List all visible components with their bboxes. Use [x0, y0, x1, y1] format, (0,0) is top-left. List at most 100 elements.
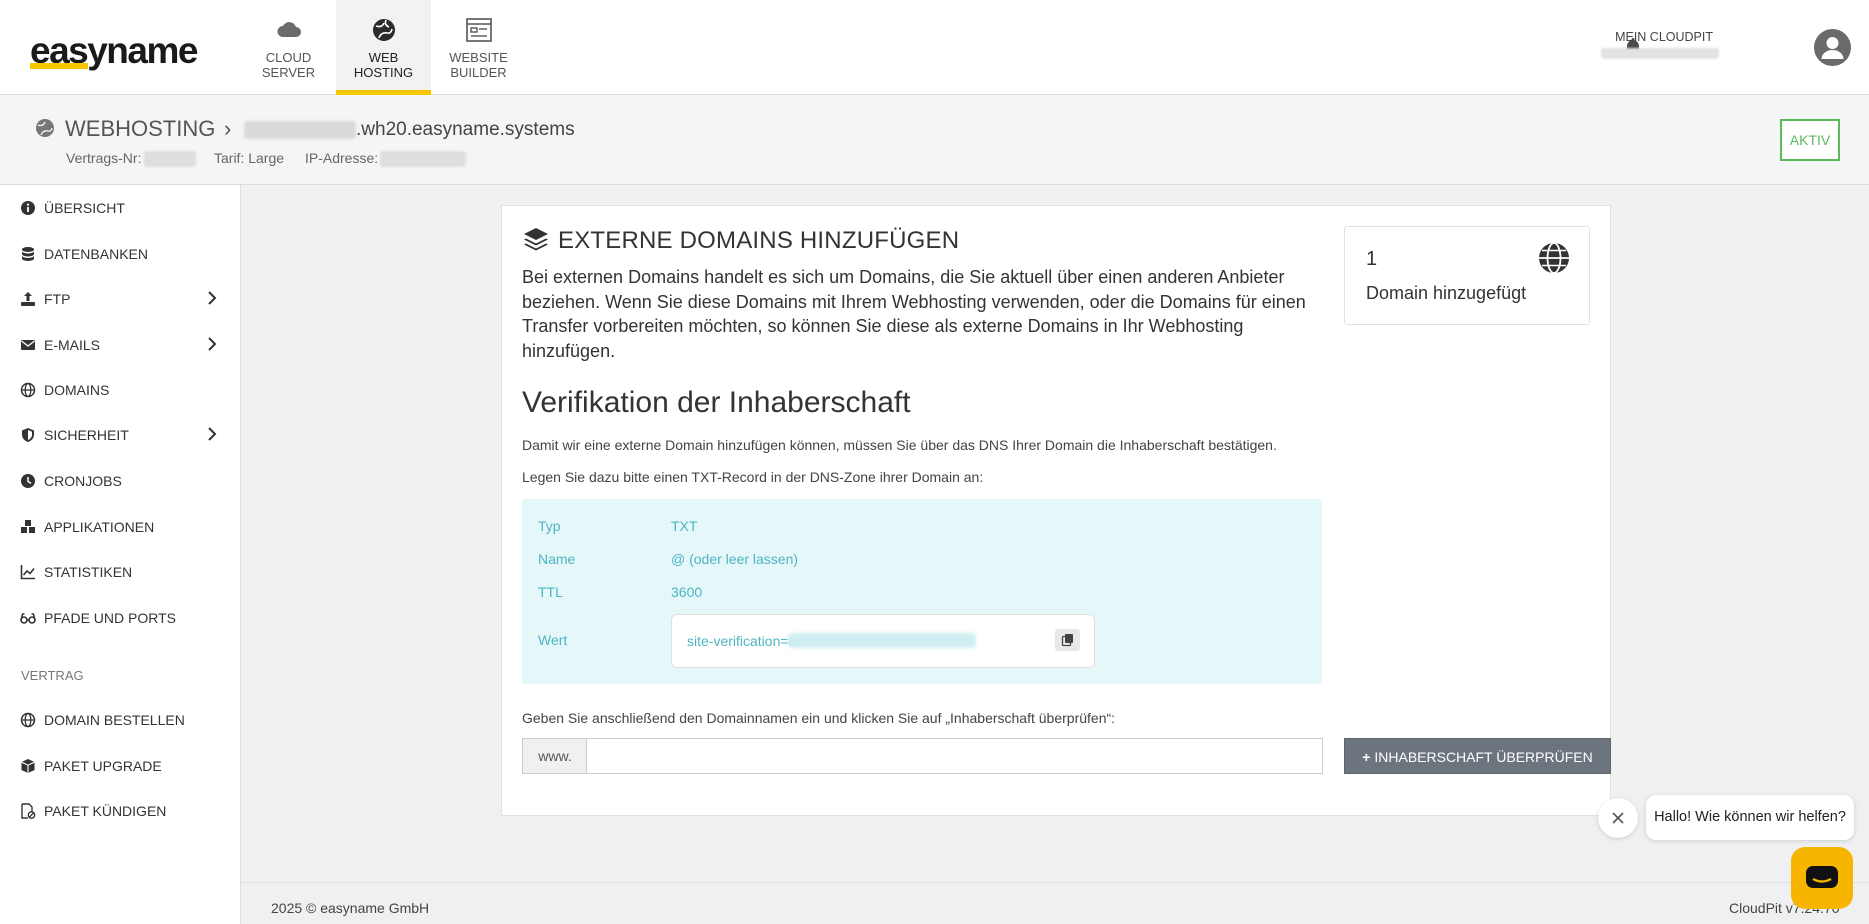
- sidebar-item-label: APPLIKATIONEN: [44, 519, 155, 535]
- chevron-right-icon: [208, 337, 217, 351]
- globe-icon: [20, 382, 36, 398]
- file-cancel-icon: [21, 803, 36, 819]
- globe-icon: [1539, 242, 1569, 274]
- sidebar-item-label: DOMAINS: [44, 382, 110, 398]
- footer: [241, 882, 1869, 924]
- chat-icon: [1806, 866, 1838, 888]
- box-icon: [21, 759, 35, 773]
- sidebar-item-domains[interactable]: DOMAINS: [20, 378, 235, 402]
- sidebar-item-statistiken[interactable]: STATISTIKEN: [20, 560, 235, 584]
- clock-icon: [21, 474, 35, 488]
- account-email-blurred: [1601, 48, 1719, 59]
- chart-line-icon: [20, 565, 35, 580]
- contract-number-blurred: [144, 151, 196, 167]
- sidebar-item-label: STATISTIKEN: [44, 564, 133, 580]
- sidebar-item-domain-bestellen[interactable]: DOMAIN BESTELLEN: [20, 708, 235, 732]
- cloud-icon: [277, 22, 301, 37]
- hosting-hostname: .wh20.easyname.systems: [356, 119, 575, 140]
- sidebar-item-label: PFADE UND PORTS: [44, 610, 176, 626]
- ip-address-label: IP-Adresse:: [305, 150, 379, 166]
- nav-tab-label: WEBSITE: [449, 50, 508, 65]
- envelope-icon: [21, 340, 35, 350]
- nav-tab-label: BUILDER: [450, 65, 507, 80]
- added-domains-label: Domain hinzugefügt: [1366, 283, 1527, 303]
- globe-icon: [20, 712, 36, 728]
- sidebar-item-uebersicht[interactable]: ÜBERSICHT: [20, 196, 235, 220]
- sidebar-item-label: ÜBERSICHT: [44, 200, 125, 216]
- contract-number-label: Vertrags-Nr:: [66, 150, 142, 166]
- sidebar-item-e-mails[interactable]: E-MAILS: [20, 333, 235, 357]
- tariff-label: Tarif: Large: [214, 150, 285, 166]
- verify-button-label: INHABERSCHAFT ÜBERPRÜFEN: [1374, 749, 1593, 765]
- dns-value-label: Wert: [538, 632, 568, 648]
- close-icon: [1612, 812, 1624, 824]
- hosting-id-blurred: [244, 121, 356, 139]
- globe-icon: [36, 119, 54, 137]
- nav-tab-cloud-server[interactable]: CLOUD SERVER: [241, 0, 336, 95]
- website-builder-icon: [465, 18, 492, 42]
- status-badge: AKTIV: [1780, 119, 1840, 161]
- sidebar-item-ftp[interactable]: FTP: [20, 287, 235, 311]
- dns-value-blurred: [788, 633, 976, 648]
- globe-icon: [372, 19, 395, 41]
- breadcrumb-webhosting[interactable]: WEBHOSTING: [65, 116, 215, 142]
- sidebar-item-label: E-MAILS: [44, 337, 101, 353]
- sidebar-item-paket-kuendigen[interactable]: PAKET KÜNDIGEN: [20, 799, 235, 823]
- dns-type-value: TXT: [671, 518, 698, 534]
- nav-tab-web-hosting[interactable]: WEB HOSTING: [336, 0, 431, 95]
- breadcrumb-separator: ›: [224, 116, 232, 141]
- ip-address-blurred: [380, 151, 466, 167]
- chat-greeting[interactable]: Hallo! Wie können wir helfen?: [1646, 795, 1854, 840]
- nav-tab-label: SERVER: [261, 65, 316, 80]
- copy-icon: [1061, 634, 1073, 647]
- domain-name-input[interactable]: [586, 738, 1323, 774]
- sidebar-section-vertrag: VERTRAG: [21, 668, 84, 683]
- sidebar-item-label: FTP: [44, 291, 71, 307]
- database-icon: [22, 247, 34, 261]
- verification-text: Damit wir eine externe Domain hinzufügen…: [522, 437, 1277, 453]
- dns-name-value: @ (oder leer lassen): [671, 551, 799, 567]
- plus-icon: +: [1362, 749, 1371, 765]
- added-domains-count: 1: [1366, 248, 1378, 270]
- sidebar-item-cronjobs[interactable]: CRONJOBS: [20, 469, 235, 493]
- dns-ttl-value: 3600: [671, 584, 703, 600]
- chat-open-button[interactable]: [1791, 847, 1853, 909]
- dns-name-label: Name: [538, 551, 576, 567]
- verification-heading: Verifikation der Inhaberschaft: [522, 386, 911, 419]
- boxes-icon: [21, 520, 35, 533]
- account-menu-title[interactable]: MEIN CLOUDPIT: [1615, 30, 1713, 44]
- sidebar-item-sicherheit[interactable]: SICHERHEIT: [20, 423, 235, 447]
- copy-button[interactable]: [1055, 629, 1080, 651]
- logo-accent-bar: [30, 63, 88, 69]
- sidebar-item-paket-upgrade[interactable]: PAKET UPGRADE: [20, 754, 235, 778]
- footer-copyright: 2025 © easyname GmbH: [271, 900, 430, 916]
- record-instruction: Legen Sie dazu bitte einen TXT-Record in…: [522, 469, 984, 485]
- glasses-icon: [20, 613, 36, 624]
- sidebar-item-datenbanken[interactable]: DATENBANKEN: [20, 242, 235, 266]
- page-title: EXTERNE DOMAINS HINZUFÜGEN: [558, 227, 960, 254]
- sidebar-item-label: PAKET UPGRADE: [44, 758, 162, 774]
- chat-close-button[interactable]: [1598, 798, 1638, 838]
- avatar[interactable]: [1814, 29, 1851, 66]
- sidebar-item-applikationen[interactable]: APPLIKATIONEN: [20, 515, 235, 539]
- intro-text: Bei externen Domains handelt es sich um …: [522, 267, 1306, 361]
- dns-value-text: site-verification=c: [687, 633, 796, 649]
- service-header: [0, 95, 1869, 185]
- nav-tab-label: HOSTING: [353, 65, 414, 80]
- sidebar-item-label: DATENBANKEN: [44, 246, 148, 262]
- nav-tab-label: CLOUD: [265, 50, 312, 65]
- verify-ownership-button[interactable]: + INHABERSCHAFT ÜBERPRÜFEN: [1344, 738, 1611, 774]
- www-prefix: www.: [522, 738, 587, 774]
- upload-icon: [21, 292, 35, 306]
- sidebar-item-label: CRONJOBS: [44, 473, 122, 489]
- nav-tab-website-builder[interactable]: WEBSITE BUILDER: [431, 0, 526, 95]
- input-instruction: Geben Sie anschließend den Domainnamen e…: [522, 710, 1116, 726]
- sidebar-item-label: DOMAIN BESTELLEN: [44, 712, 185, 728]
- sidebar-item-label: PAKET KÜNDIGEN: [44, 803, 167, 819]
- sidebar-item-pfade-und-ports[interactable]: PFADE UND PORTS: [20, 606, 235, 630]
- dns-ttl-label: TTL: [538, 584, 563, 600]
- user-icon: [1821, 37, 1844, 59]
- sidebar-item-label: SICHERHEIT: [44, 427, 129, 443]
- dns-type-label: Typ: [538, 518, 561, 534]
- info-icon: [21, 201, 35, 215]
